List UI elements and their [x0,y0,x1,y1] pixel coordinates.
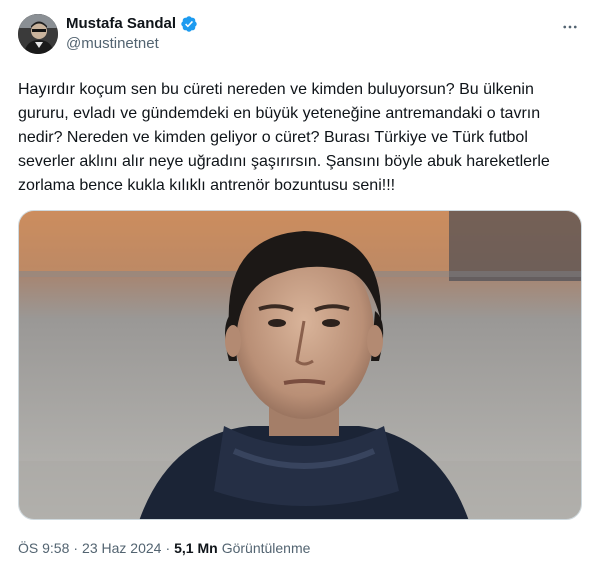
author-handle[interactable]: @mustinetnet [66,34,198,54]
meta-separator: · [73,540,79,556]
tweet-header: Mustafa Sandal @mustinetnet [18,14,581,62]
more-dots-icon[interactable] [559,16,581,38]
verified-badge-icon[interactable] [180,15,198,33]
tweet-time[interactable]: ÖS 9:58 [18,540,69,556]
views-count: 5,1 Mn [174,540,218,556]
display-name[interactable]: Mustafa Sandal [66,14,176,34]
tweet-media-photo[interactable] [18,210,582,520]
author-names: Mustafa Sandal @mustinetnet [66,14,198,54]
meta-separator: · [165,540,171,556]
avatar-image [18,14,58,54]
avatar[interactable] [18,14,58,54]
display-name-row: Mustafa Sandal [66,14,198,34]
tweet-text: Hayırdır koçum sen bu cüreti nereden ve … [18,81,550,194]
tweet-date[interactable]: 23 Haz 2024 [82,540,161,556]
media-image [19,211,581,519]
tweet-meta: ÖS 9:58 · 23 Haz 2024 · 5,1 Mn Görüntüle… [18,540,581,556]
tweet-card: Mustafa Sandal @mustinetnet Hayırdır koç… [0,0,597,566]
views-label: Görüntülenme [221,540,311,556]
